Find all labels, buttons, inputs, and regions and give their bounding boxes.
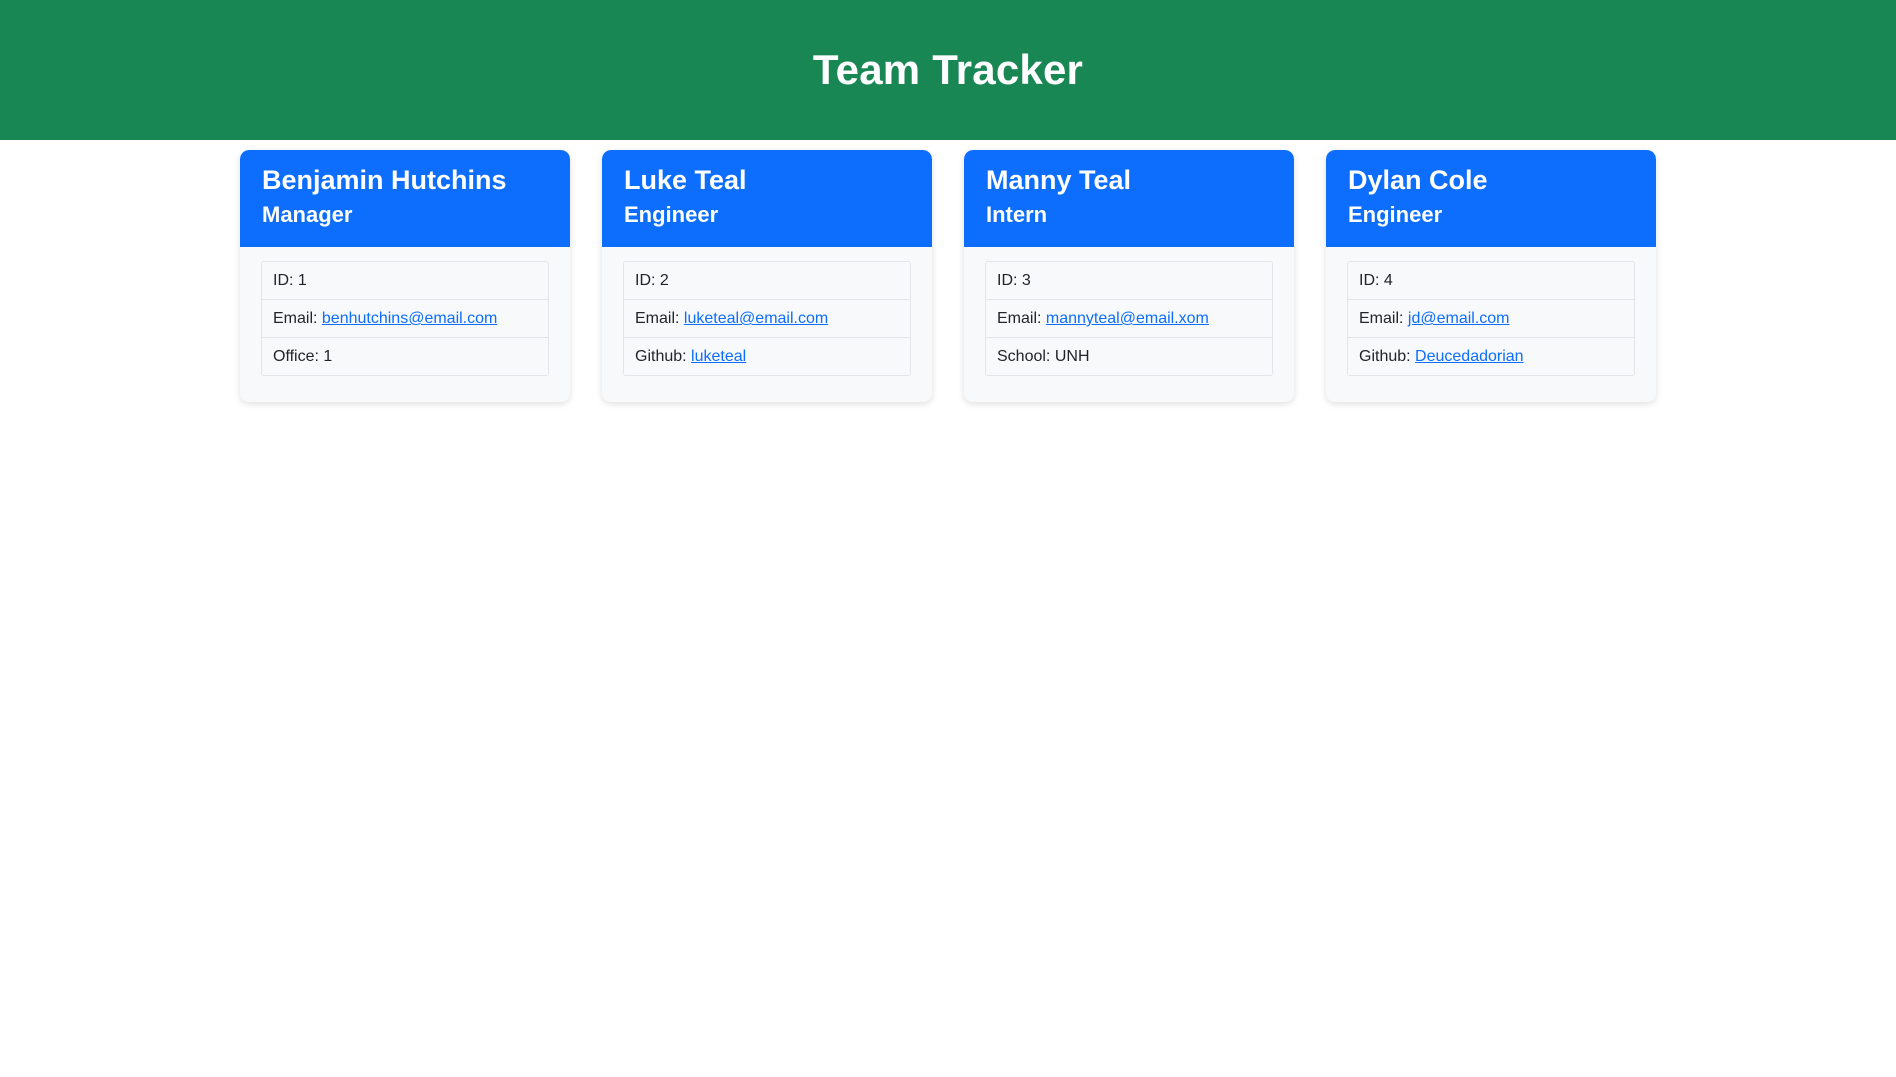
card-header: Luke Teal Engineer [602,150,932,247]
person-name: Dylan Cole [1348,165,1488,195]
card-header: Benjamin Hutchins Manager [240,150,570,247]
detail-label: Email: [1359,310,1404,328]
person-card: Benjamin Hutchins Manager ID: 1 Email: benh… [240,150,570,403]
team-card-grid: Benjamin Hutchins Manager ID: 1 Email: benh… [0,140,1896,1077]
detail-label: Email: [997,310,1042,328]
person-name: Benjamin Hutchins [262,165,507,195]
detail-link[interactable]: jd@email.com [1408,310,1510,327]
card-body: ID: 3 Email: mannyteal@email.xom School: U… [964,246,1294,403]
detail-label: ID: [635,271,656,289]
detail-value: 1 [297,271,307,289]
person-card: Manny Teal Intern ID: 3 Email: mannyteal@em… [964,150,1294,403]
detail-value: 4 [1383,271,1393,289]
detail-label: Email: [273,310,318,328]
detail-link[interactable]: luketeal [691,348,746,365]
app-header: Team Tracker [0,0,1896,140]
detail-label: Github: [635,348,687,366]
detail-link[interactable]: mannyteal@email.xom [1046,310,1209,327]
detail-value: 2 [659,271,669,289]
person-detail-item: ID: 1 [262,261,548,301]
detail-label: ID: [273,271,294,289]
person-name: Luke Teal [624,165,747,195]
card-body: ID: 4 Email: jd@email.com Github: Deucedad… [1326,246,1656,403]
detail-value: 1 [323,348,333,366]
detail-link[interactable]: benhutchins@email.com [322,310,497,327]
person-role: Engineer [624,201,719,227]
detail-label: Email: [635,310,680,328]
person-role: Engineer [1348,201,1443,227]
person-detail-item: ID: 2 [624,261,910,301]
person-detail-item: Email: luketeal@email.com [624,300,910,339]
person-detail-list: ID: 3 Email: mannyteal@email.xom School: U… [985,260,1273,377]
person-detail-list: ID: 2 Email: luketeal@email.com Github: lu… [623,260,911,377]
person-card: Dylan Cole Engineer ID: 4 Email: jd@email.c… [1326,150,1656,403]
card-header: Dylan Cole Engineer [1326,150,1656,247]
person-name: Manny Teal [986,165,1132,195]
detail-value: UNH [1054,348,1090,366]
person-detail-item: Email: benhutchins@email.com [262,300,548,339]
person-detail-item: School: UNH [986,338,1272,376]
detail-label: Office: [273,348,319,366]
card-header: Manny Teal Intern [964,150,1294,247]
detail-label: ID: [1359,271,1380,289]
card-body: ID: 2 Email: luketeal@email.com Github: lu… [602,246,932,403]
detail-link[interactable]: Deucedadorian [1415,348,1524,365]
detail-link[interactable]: luketeal@email.com [684,310,828,327]
person-card: Luke Teal Engineer ID: 2 Email: luketeal@em… [602,150,932,403]
card-body: ID: 1 Email: benhutchins@email.com Office:… [240,246,570,403]
detail-label: Github: [1359,348,1411,366]
person-role: Manager [262,201,353,227]
page-root: Team Tracker Benjamin Hutchins Manager ID:… [0,0,1896,1077]
detail-value: 3 [1021,271,1031,289]
person-role: Intern [986,201,1048,227]
page-title: Team Tracker [812,46,1084,93]
person-detail-item: ID: 3 [986,261,1272,301]
person-detail-item: Github: luketeal [624,338,910,376]
person-detail-item: Email: jd@email.com [1348,300,1634,339]
detail-label: School: [997,348,1051,366]
person-detail-item: Github: Deucedadorian [1348,338,1634,376]
detail-label: ID: [997,271,1018,289]
person-detail-list: ID: 1 Email: benhutchins@email.com Office:… [261,260,549,377]
person-detail-item: ID: 4 [1348,261,1634,301]
person-detail-item: Office: 1 [262,338,548,376]
person-detail-list: ID: 4 Email: jd@email.com Github: Deucedad… [1347,260,1635,377]
person-detail-item: Email: mannyteal@email.xom [986,300,1272,339]
